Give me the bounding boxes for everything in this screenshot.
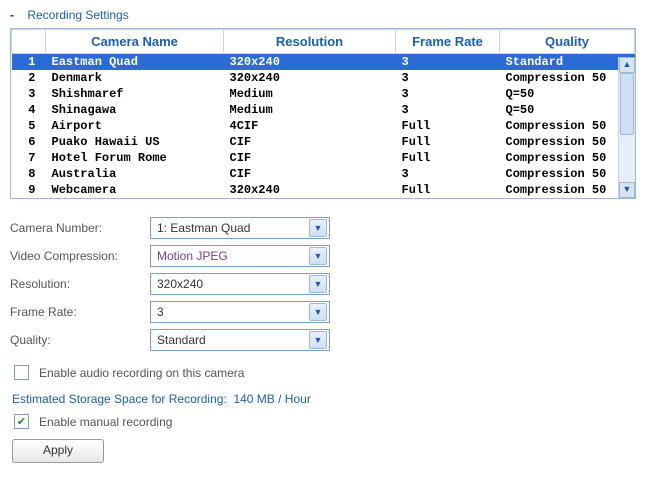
col-header-resolution[interactable]: Resolution xyxy=(224,30,396,54)
camera-number-select[interactable]: 1: Eastman Quad ▼ xyxy=(150,217,330,239)
table-row[interactable]: 4ShinagawaMedium3Q=50 xyxy=(12,102,635,118)
frame-rate-select[interactable]: 3 ▼ xyxy=(150,301,330,323)
table-row[interactable]: 2Denmark320x2403Compression 50 xyxy=(12,70,635,86)
collapse-icon[interactable]: - xyxy=(10,8,14,22)
cell: Full xyxy=(396,150,500,166)
cell: 4CIF xyxy=(224,118,396,134)
cell: Full xyxy=(396,182,500,198)
cell: Compression 50 xyxy=(500,118,635,134)
cell: 1 xyxy=(12,54,46,71)
scroll-track[interactable] xyxy=(619,73,635,182)
col-header-index[interactable] xyxy=(12,30,46,54)
cell: Compression 50 xyxy=(500,166,635,182)
cell: 320x240 xyxy=(224,54,396,71)
cell: 2 xyxy=(12,70,46,86)
col-header-camera-name[interactable]: Camera Name xyxy=(46,30,224,54)
cell: Compression 50 xyxy=(500,134,635,150)
cell: Compression 50 xyxy=(500,150,635,166)
cell: Hotel Forum Rome xyxy=(46,150,224,166)
frame-rate-label: Frame Rate: xyxy=(10,305,150,319)
quality-select[interactable]: Standard ▼ xyxy=(150,329,330,351)
table-row[interactable]: 3ShishmarefMedium3Q=50 xyxy=(12,86,635,102)
table-scrollbar[interactable]: ▲ ▼ xyxy=(618,57,635,198)
cell: Denmark xyxy=(46,70,224,86)
col-header-quality[interactable]: Quality xyxy=(500,30,635,54)
enable-manual-label: Enable manual recording xyxy=(39,415,172,429)
resolution-select[interactable]: 320x240 ▼ xyxy=(150,273,330,295)
cell: 3 xyxy=(396,166,500,182)
scroll-thumb[interactable] xyxy=(620,73,634,135)
cell: 320x240 xyxy=(224,182,396,198)
cell: Medium xyxy=(224,102,396,118)
cell: 320x240 xyxy=(224,70,396,86)
cell: 3 xyxy=(396,70,500,86)
cell: 3 xyxy=(396,102,500,118)
chevron-down-icon[interactable]: ▼ xyxy=(309,275,327,293)
cell: Australia xyxy=(46,166,224,182)
table-header-row: Camera Name Resolution Frame Rate Qualit… xyxy=(12,30,635,54)
estimated-storage: Estimated Storage Space for Recording: 1… xyxy=(12,392,636,406)
cell: Puako Hawaii US xyxy=(46,134,224,150)
table-row[interactable]: 7Hotel Forum RomeCIFFullCompression 50 xyxy=(12,150,635,166)
enable-manual-checkbox[interactable]: ✔ xyxy=(14,414,29,429)
table-row[interactable]: 1Eastman Quad320x2403Standard xyxy=(12,54,635,71)
camera-number-label: Camera Number: xyxy=(10,221,150,235)
chevron-down-icon[interactable]: ▼ xyxy=(309,219,327,237)
cell: 8 xyxy=(12,166,46,182)
scroll-up-icon[interactable]: ▲ xyxy=(619,57,635,73)
cell: 3 xyxy=(396,86,500,102)
quality-value: Standard xyxy=(157,333,309,347)
cell: Compression 50 xyxy=(500,182,635,198)
cell: Full xyxy=(396,134,500,150)
cell: Full xyxy=(396,118,500,134)
table-row[interactable]: 8AustraliaCIF3Compression 50 xyxy=(12,166,635,182)
cell: Shishmaref xyxy=(46,86,224,102)
camera-table-container: Camera Name Resolution Frame Rate Qualit… xyxy=(10,28,636,199)
cell: 7 xyxy=(12,150,46,166)
cell: Webcamera xyxy=(46,182,224,198)
table-row[interactable]: 9Webcamera320x240FullCompression 50 xyxy=(12,182,635,198)
cell: 3 xyxy=(12,86,46,102)
chevron-down-icon[interactable]: ▼ xyxy=(309,247,327,265)
cell: 6 xyxy=(12,134,46,150)
enable-audio-label: Enable audio recording on this camera xyxy=(39,366,244,380)
cell: 9 xyxy=(12,182,46,198)
cell: CIF xyxy=(224,134,396,150)
resolution-label: Resolution: xyxy=(10,277,150,291)
cell: Q=50 xyxy=(500,86,635,102)
video-compression-value: Motion JPEG xyxy=(157,249,309,263)
cell: Airport xyxy=(46,118,224,134)
chevron-down-icon[interactable]: ▼ xyxy=(309,331,327,349)
cell: Compression 50 xyxy=(500,70,635,86)
scroll-down-icon[interactable]: ▼ xyxy=(619,182,635,198)
cell: CIF xyxy=(224,150,396,166)
resolution-value: 320x240 xyxy=(157,277,309,291)
video-compression-select[interactable]: Motion JPEG ▼ xyxy=(150,245,330,267)
table-row[interactable]: 6Puako Hawaii USCIFFullCompression 50 xyxy=(12,134,635,150)
cell: 3 xyxy=(396,54,500,71)
enable-audio-checkbox[interactable] xyxy=(14,365,29,380)
table-row[interactable]: 5Airport4CIFFullCompression 50 xyxy=(12,118,635,134)
apply-button[interactable]: Apply xyxy=(12,439,104,463)
section-header[interactable]: - Recording Settings xyxy=(10,8,636,22)
chevron-down-icon[interactable]: ▼ xyxy=(309,303,327,321)
quality-label: Quality: xyxy=(10,333,150,347)
cell: Medium xyxy=(224,86,396,102)
camera-number-value: 1: Eastman Quad xyxy=(157,221,309,235)
cell: 4 xyxy=(12,102,46,118)
cell: Q=50 xyxy=(500,102,635,118)
video-compression-label: Video Compression: xyxy=(10,249,150,263)
cell: 5 xyxy=(12,118,46,134)
cell: Standard xyxy=(500,54,635,71)
frame-rate-value: 3 xyxy=(157,305,309,319)
cell: Shinagawa xyxy=(46,102,224,118)
col-header-frame-rate[interactable]: Frame Rate xyxy=(396,30,500,54)
cell: Eastman Quad xyxy=(46,54,224,71)
camera-table[interactable]: Camera Name Resolution Frame Rate Qualit… xyxy=(11,29,635,198)
section-title: Recording Settings xyxy=(27,8,128,22)
cell: CIF xyxy=(224,166,396,182)
